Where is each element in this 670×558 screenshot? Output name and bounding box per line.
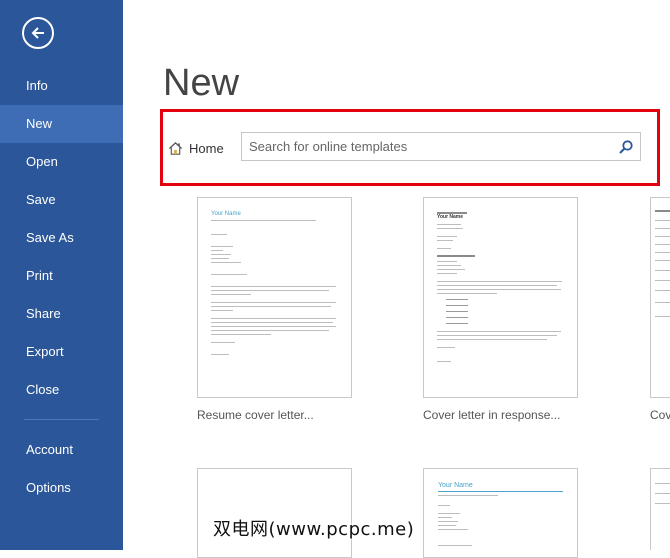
backstage-sidebar: Info New Open Save Save As Print Share E… xyxy=(0,0,123,550)
nav-save-as[interactable]: Save As xyxy=(0,219,123,257)
home-icon xyxy=(168,141,183,155)
template-resume-cover-letter[interactable]: Your Name xyxy=(197,197,352,398)
template-heading: Your Name xyxy=(437,214,464,220)
template-row2-2[interactable]: Your Name xyxy=(423,468,578,558)
template-label[interactable]: Resume cover letter... xyxy=(197,408,314,422)
template-clipped[interactable] xyxy=(650,197,670,398)
back-button[interactable] xyxy=(22,17,54,49)
nav-new[interactable]: New xyxy=(0,105,123,143)
nav-print[interactable]: Print xyxy=(0,257,123,295)
watermark-text: 双电网(www.pcpc.me) xyxy=(213,519,415,540)
nav-options[interactable]: Options xyxy=(0,469,123,507)
page-title: New xyxy=(163,62,240,104)
template-heading: Your Name xyxy=(438,482,473,489)
home-link[interactable]: Home xyxy=(168,138,224,158)
search-icon[interactable] xyxy=(618,139,634,155)
nav-account[interactable]: Account xyxy=(0,431,123,469)
template-cover-letter-response[interactable]: Your Name xyxy=(423,197,578,398)
template-label[interactable]: Cover letter in response... xyxy=(423,408,560,422)
template-label[interactable]: Cove xyxy=(650,408,670,422)
nav-open[interactable]: Open xyxy=(0,143,123,181)
template-heading: Your Name xyxy=(211,211,241,217)
nav-info[interactable]: Info xyxy=(0,67,123,105)
template-search-box xyxy=(241,132,641,161)
template-row2-1[interactable] xyxy=(197,468,352,558)
template-row2-clipped[interactable] xyxy=(650,468,670,550)
nav-close[interactable]: Close xyxy=(0,371,123,409)
template-search-input[interactable] xyxy=(242,133,612,160)
home-label: Home xyxy=(189,140,224,156)
back-arrow-icon xyxy=(31,27,44,39)
nav-save[interactable]: Save xyxy=(0,181,123,219)
nav-export[interactable]: Export xyxy=(0,333,123,371)
nav-share[interactable]: Share xyxy=(0,295,123,333)
nav-divider xyxy=(24,419,99,420)
